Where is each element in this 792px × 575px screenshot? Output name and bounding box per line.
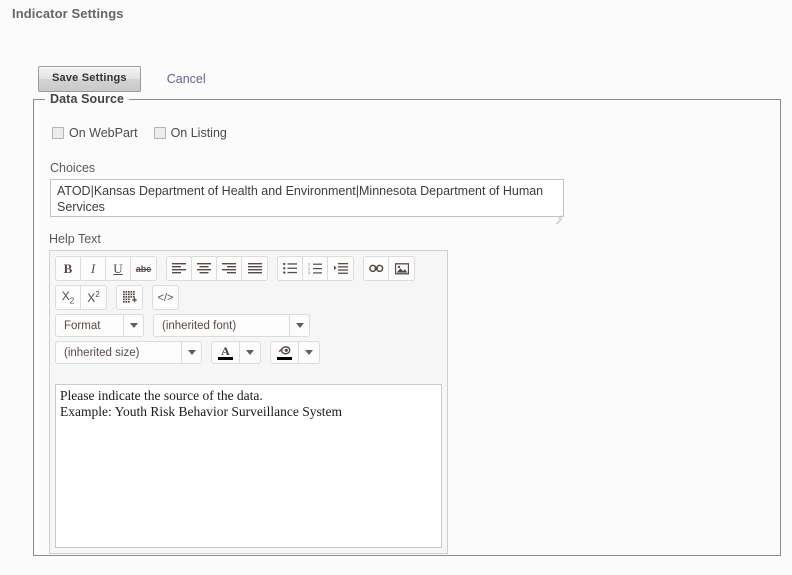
text-color-button[interactable]: A bbox=[211, 341, 261, 364]
page-title: Indicator Settings bbox=[12, 6, 124, 21]
image-icon[interactable] bbox=[389, 257, 414, 280]
align-justify-icon[interactable] bbox=[242, 257, 267, 280]
table-group bbox=[116, 285, 143, 310]
font-select-value: (inherited font) bbox=[162, 319, 237, 332]
chevron-down-icon[interactable] bbox=[123, 315, 143, 336]
list-group: 1 2 3 bbox=[277, 256, 354, 281]
chevron-down-icon[interactable] bbox=[181, 342, 201, 363]
numbered-list-icon[interactable]: 1 2 3 bbox=[303, 257, 328, 280]
subscript-icon[interactable]: X2 bbox=[56, 286, 81, 309]
font-select[interactable]: (inherited font) bbox=[153, 314, 310, 337]
italic-icon[interactable]: I bbox=[81, 257, 106, 280]
toolbar-row-1: B I U abc 1 2 3 bbox=[55, 256, 443, 281]
text-color-letter: A bbox=[221, 343, 230, 358]
choices-label: Choices bbox=[50, 161, 96, 175]
highlight-color-button[interactable] bbox=[270, 341, 320, 364]
highlight-color-icon[interactable] bbox=[271, 342, 299, 363]
svg-text:3: 3 bbox=[308, 271, 310, 274]
align-left-icon[interactable] bbox=[167, 257, 192, 280]
source-code-icon[interactable]: </> bbox=[153, 286, 178, 309]
checkbox-on-webpart[interactable]: On WebPart bbox=[52, 126, 138, 140]
help-text-field: Help Text B I U abc 1 2 3 X2 X2 </> Form… bbox=[49, 232, 448, 554]
checkbox-on-webpart-label: On WebPart bbox=[69, 126, 138, 140]
help-text-label: Help Text bbox=[49, 232, 101, 246]
data-source-fieldset: Data Source On WebPart On Listing Choice… bbox=[33, 92, 781, 556]
superscript-icon[interactable]: X2 bbox=[81, 286, 106, 309]
chevron-down-icon[interactable] bbox=[289, 315, 309, 336]
toolbar-row-4: (inherited size) A bbox=[55, 341, 443, 364]
source-group: </> bbox=[152, 285, 179, 310]
toolbar-row-2: X2 X2 </> bbox=[55, 285, 443, 310]
bullet-list-icon[interactable] bbox=[278, 257, 303, 280]
bold-icon[interactable]: B bbox=[56, 257, 81, 280]
save-settings-button[interactable]: Save Settings bbox=[38, 66, 141, 92]
checkbox-on-listing[interactable]: On Listing bbox=[153, 126, 227, 140]
size-select[interactable]: (inherited size) bbox=[55, 341, 202, 364]
action-bar: Save Settings Cancel bbox=[38, 66, 206, 92]
data-source-checkbox-row: On WebPart On Listing bbox=[52, 126, 227, 140]
text-color-swatch bbox=[218, 356, 233, 360]
editor-toolbar: B I U abc 1 2 3 X2 X2 </> Format (inheri… bbox=[50, 251, 447, 364]
toolbar-row-3: Format (inherited font) bbox=[55, 314, 443, 337]
checkbox-box-icon[interactable] bbox=[153, 127, 166, 139]
cancel-link[interactable]: Cancel bbox=[167, 72, 206, 86]
chevron-down-icon[interactable] bbox=[299, 342, 319, 363]
choices-input[interactable] bbox=[50, 179, 564, 217]
format-select-value: Format bbox=[64, 319, 101, 332]
align-right-icon[interactable] bbox=[217, 257, 242, 280]
help-text-editor-content[interactable]: Please indicate the source of the data. … bbox=[55, 384, 442, 548]
checkbox-box-icon[interactable] bbox=[52, 127, 64, 139]
data-source-legend: Data Source bbox=[45, 92, 130, 106]
alignment-group bbox=[166, 256, 268, 281]
size-select-value: (inherited size) bbox=[64, 346, 140, 359]
highlight-color-swatch bbox=[277, 356, 292, 360]
checkbox-on-listing-label: On Listing bbox=[170, 126, 227, 140]
text-color-icon[interactable]: A bbox=[212, 342, 240, 363]
text-style-group: B I U abc bbox=[55, 256, 157, 281]
underline-icon[interactable]: U bbox=[106, 257, 131, 280]
indent-icon[interactable] bbox=[328, 257, 353, 280]
rich-text-editor: B I U abc 1 2 3 X2 X2 </> Format (inheri… bbox=[49, 250, 448, 554]
choices-field: Choices bbox=[50, 161, 564, 225]
insert-group bbox=[363, 256, 415, 281]
strikethrough-icon[interactable]: abc bbox=[131, 257, 156, 280]
link-icon[interactable] bbox=[364, 257, 389, 280]
settings-page: Indicator Settings Save Settings Cancel … bbox=[0, 0, 792, 575]
chevron-down-icon[interactable] bbox=[240, 342, 260, 363]
format-select[interactable]: Format bbox=[55, 314, 144, 337]
script-group: X2 X2 bbox=[55, 285, 107, 310]
help-text-line: Please indicate the source of the data. bbox=[60, 388, 263, 403]
align-center-icon[interactable] bbox=[192, 257, 217, 280]
insert-table-icon[interactable] bbox=[117, 286, 142, 309]
help-text-line: Example: Youth Risk Behavior Surveillanc… bbox=[60, 404, 342, 419]
